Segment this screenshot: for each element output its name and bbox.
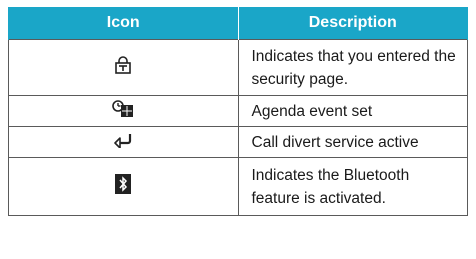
description-cell: Agenda event set xyxy=(237,95,468,127)
table-header-row: Icon Description xyxy=(8,7,468,40)
description-column-header: Description xyxy=(237,7,468,40)
description-cell: Indicates the Bluetooth feature is activ… xyxy=(237,157,468,216)
security-lock-icon xyxy=(113,55,133,80)
icon-description-table: Icon Description Indicates that you ente… xyxy=(8,7,468,216)
description-cell: Call divert service active xyxy=(237,126,468,158)
table-row: Indicates that you entered the security … xyxy=(8,39,468,96)
table-row: Indicates the Bluetooth feature is activ… xyxy=(8,157,468,216)
icon-cell xyxy=(8,95,239,127)
table-row: Agenda event set xyxy=(8,95,468,127)
table-row: Call divert service active xyxy=(8,126,468,158)
description-cell: Indicates that you entered the security … xyxy=(237,39,468,96)
agenda-event-icon xyxy=(112,99,134,123)
icon-cell xyxy=(8,39,239,96)
icon-cell xyxy=(8,157,239,216)
call-divert-icon xyxy=(112,132,134,153)
icon-column-header: Icon xyxy=(8,7,239,40)
bluetooth-icon xyxy=(115,174,132,199)
icon-cell xyxy=(8,126,239,158)
